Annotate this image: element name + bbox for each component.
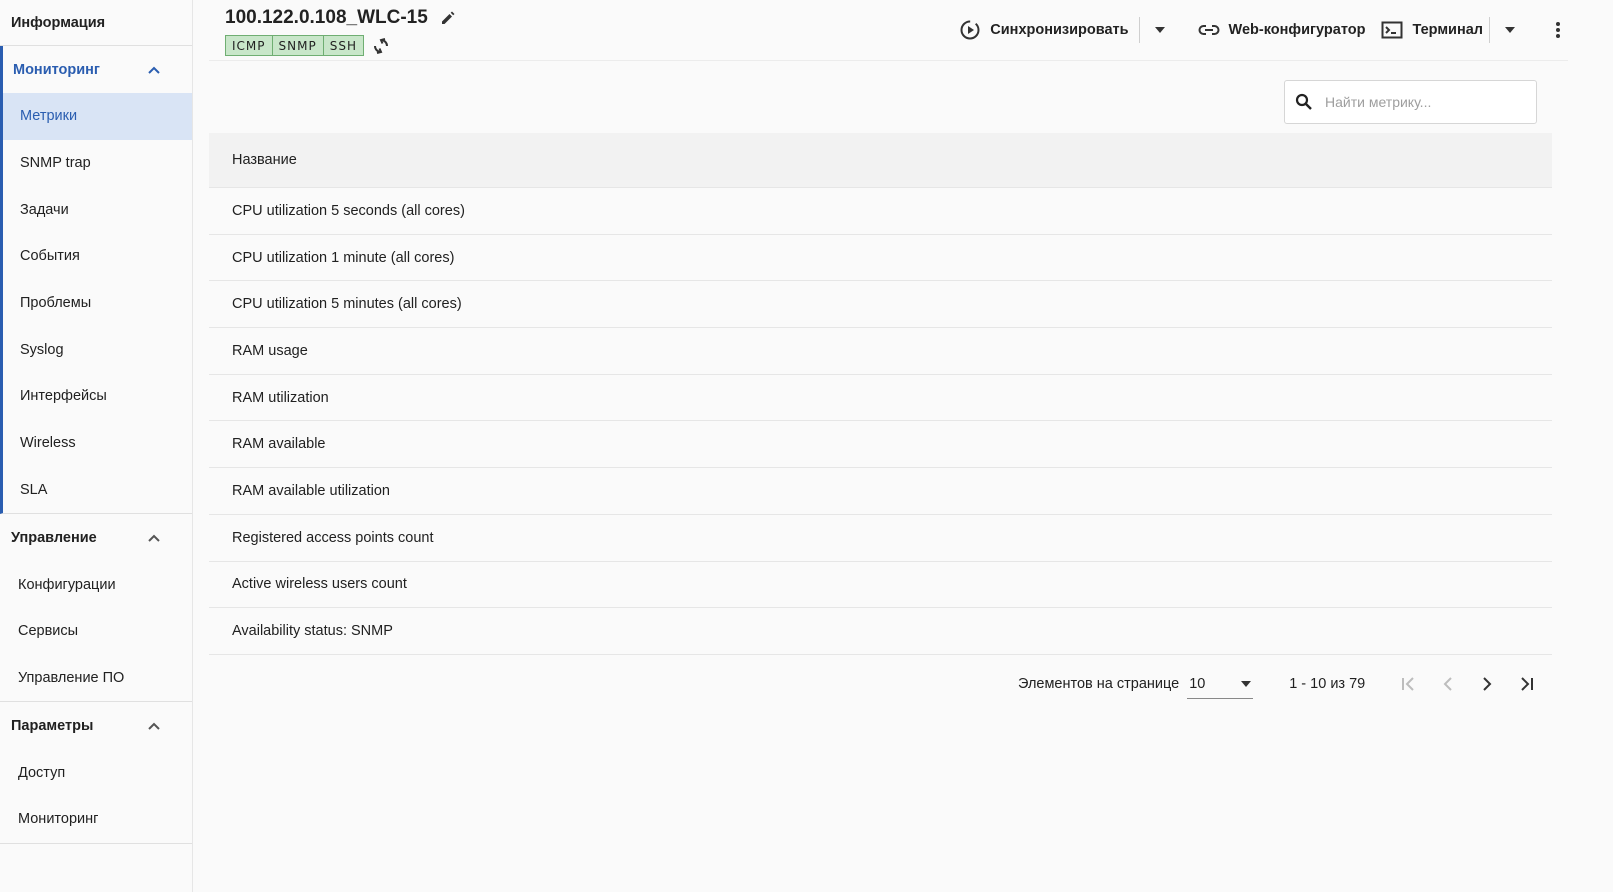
per-page-label: Элементов на странице [1018,676,1180,692]
metric-search [1284,80,1537,124]
sidebar-group-monitoring[interactable]: Мониторинг [3,46,192,93]
web-configurator-label: Web-конфигуратор [1228,22,1366,38]
terminal-icon [1381,21,1403,39]
metric-name: Registered access points count [232,529,434,546]
chevron-up-icon[interactable] [145,717,163,735]
terminal-button[interactable]: Терминал [1381,21,1483,39]
sidebar-item[interactable]: Проблемы [3,280,192,327]
edit-icon[interactable] [440,9,458,27]
web-configurator-button[interactable]: Web-конфигуратор [1198,22,1366,38]
table-row[interactable]: Availability status: SNMP [209,608,1552,655]
first-page-icon[interactable] [1399,674,1419,694]
dropdown-caret-icon [1241,680,1252,687]
sidebar-group-label: Мониторинг [13,61,100,78]
sidebar-info-header[interactable]: Информация [0,0,192,46]
sidebar-group-management[interactable]: Управление [0,514,192,561]
search-icon [1295,93,1312,110]
per-page-select[interactable]: 10 [1187,669,1254,699]
metric-name: CPU utilization 5 minutes (all cores) [232,296,462,313]
sidebar-item[interactable]: Мониторинг [0,796,192,843]
sidebar-item[interactable]: Управление ПО [0,655,192,702]
metric-name: CPU utilization 1 minute (all cores) [232,249,455,266]
sidebar-item[interactable]: Доступ [0,749,192,796]
device-name: 100.122.0.108_WLC-15 [225,7,428,28]
last-page-icon[interactable] [1516,674,1536,694]
terminal-label: Терминал [1412,22,1483,38]
table-row[interactable]: RAM utilization [209,375,1552,422]
table-row[interactable]: RAM available [209,421,1552,469]
chevron-up-icon[interactable] [145,61,163,79]
sidebar-item[interactable]: Wireless [3,420,192,467]
chevron-up-icon[interactable] [145,529,163,547]
sidebar-item[interactable]: Интерфейсы [3,373,192,420]
sidebar-item[interactable]: Syslog [3,326,192,373]
metric-name: RAM usage [232,342,308,359]
metrics-table: Название CPU utilization 5 seconds (all … [209,133,1552,655]
protocol-badge: SSH [323,35,364,56]
sidebar-management-section: Управление Конфигурации Сервисы Управление… [0,514,192,703]
protocol-badge: ICMP [225,35,273,56]
per-page-value: 10 [1189,675,1206,692]
protocol-badges: ICMP SNMP SSH [225,35,392,56]
page-range: 1 - 10 из 79 [1289,676,1366,692]
sync-button[interactable]: Синхронизировать [959,19,1129,41]
sidebar-params-section: Параметры Доступ Мониторинг [0,702,192,844]
table-row[interactable]: CPU utilization 1 minute (all cores) [209,235,1552,282]
sidebar-group-label: Управление [11,529,97,546]
table-row[interactable]: RAM usage [209,328,1552,375]
divider [1138,17,1140,43]
sync-play-icon [960,20,980,40]
more-vert-icon[interactable] [1548,20,1568,40]
sync-dropdown-icon[interactable] [1150,20,1170,40]
metric-name: Active wireless users count [232,576,407,593]
prev-page-icon[interactable] [1438,674,1458,694]
table-header: Название [209,133,1552,188]
sidebar-item[interactable]: Метрики [3,93,192,140]
sidebar-item[interactable]: SLA [3,467,192,514]
sidebar-item[interactable]: События [3,233,192,280]
device-title: 100.122.0.108_WLC-15 [225,7,458,29]
table-row[interactable]: Active wireless users count [209,562,1552,609]
table-row[interactable]: CPU utilization 5 seconds (all cores) [209,188,1552,235]
search-input[interactable] [1325,94,1525,110]
sidebar-item[interactable]: Задачи [3,186,192,233]
device-header: 100.122.0.108_WLC-15 ICMP SNMP SSH Синхр… [209,0,1568,61]
pagination: Элементов на странице 10 1 - 10 из 79 [1018,668,1536,700]
divider [1489,17,1490,43]
terminal-dropdown-icon[interactable] [1500,20,1520,40]
sidebar-monitoring-section: Мониторинг Метрики SNMP trap Задачи События… [0,46,192,515]
metric-name: RAM available [232,436,326,453]
sidebar-group-params[interactable]: Параметры [0,702,192,749]
metric-name: RAM available utilization [232,482,390,499]
link-icon [1198,25,1220,35]
next-page-icon[interactable] [1477,674,1497,694]
sync-button-label: Синхронизировать [990,22,1129,38]
metric-name: Availability status: SNMP [232,623,393,640]
table-row[interactable]: Registered access points count [209,515,1552,562]
refresh-icon[interactable] [372,36,392,56]
sidebar-group-label: Параметры [11,717,94,734]
table-row[interactable]: CPU utilization 5 minutes (all cores) [209,281,1552,329]
sidebar-item[interactable]: Конфигурации [0,561,192,608]
header-actions: Синхронизировать Web-конфигуратор Термин… [959,14,1568,46]
sidebar-item[interactable]: Сервисы [0,608,192,655]
column-header-name[interactable]: Название [232,152,297,168]
metric-name: RAM utilization [232,389,329,406]
sidebar-item[interactable]: SNMP trap [3,140,192,187]
sidebar: Информация Мониторинг Метрики SNMP trap За… [0,0,193,892]
metric-name: CPU utilization 5 seconds (all cores) [232,202,465,219]
table-row[interactable]: RAM available utilization [209,468,1552,515]
protocol-badge: SNMP [272,35,324,56]
